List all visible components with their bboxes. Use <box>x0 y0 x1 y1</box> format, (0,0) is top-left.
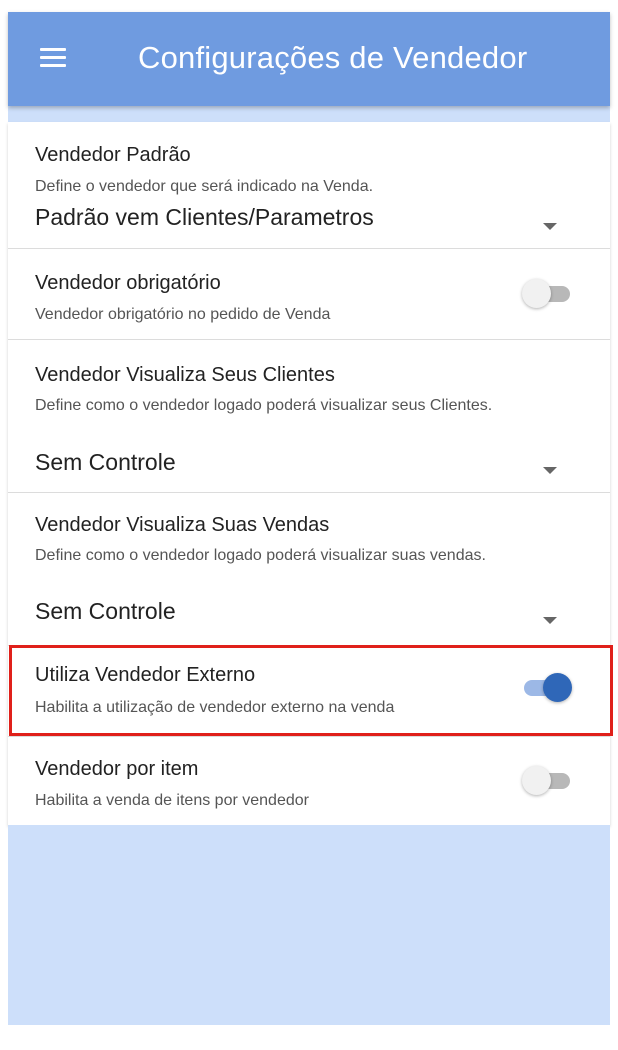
setting-vendedor-padrao[interactable]: Vendedor Padrão Define o vendedor que se… <box>8 122 610 249</box>
setting-visualiza-vendas[interactable]: Vendedor Visualiza Suas Vendas Define co… <box>8 493 610 646</box>
setting-vendedor-externo[interactable]: Utiliza Vendedor Externo Habilita a util… <box>8 646 610 737</box>
setting-description: Vendedor obrigatório no pedido de Venda <box>35 306 331 323</box>
visualiza-vendas-select[interactable]: Sem Controle <box>35 598 176 625</box>
vendedor-padrao-select[interactable]: Padrão vem Clientes/Parametros <box>35 204 374 231</box>
setting-description: Habilita a utilização de vendedor extern… <box>35 699 395 716</box>
app-bar: Configurações de Vendedor <box>8 12 610 106</box>
dropdown-arrow-icon[interactable] <box>543 223 557 230</box>
vendedor-externo-toggle[interactable] <box>518 672 574 702</box>
setting-description: Habilita a venda de itens por vendedor <box>35 792 309 809</box>
setting-vendedor-obrigatorio[interactable]: Vendedor obrigatório Vendedor obrigatóri… <box>8 249 610 340</box>
setting-title: Utiliza Vendedor Externo <box>35 664 256 686</box>
page-title: Configurações de Vendedor <box>138 40 528 75</box>
dropdown-arrow-icon[interactable] <box>543 617 557 624</box>
setting-description: Define o vendedor que será indicado na V… <box>35 178 374 195</box>
setting-title: Vendedor por item <box>35 758 199 780</box>
setting-title: Vendedor obrigatório <box>35 272 221 294</box>
setting-description: Define como o vendedor logado poderá vis… <box>35 547 486 564</box>
setting-visualiza-clientes[interactable]: Vendedor Visualiza Seus Clientes Define … <box>8 340 610 493</box>
vendedor-obrigatorio-toggle[interactable] <box>518 278 574 308</box>
screen: Configurações de Vendedor Vendedor Padrã… <box>0 0 618 1050</box>
settings-list: Vendedor Padrão Define o vendedor que se… <box>8 122 610 825</box>
dropdown-arrow-icon[interactable] <box>543 467 557 474</box>
setting-vendedor-por-item[interactable]: Vendedor por item Habilita a venda de it… <box>8 737 610 825</box>
background-strip <box>8 106 610 122</box>
visualiza-clientes-select[interactable]: Sem Controle <box>35 449 176 476</box>
vendedor-por-item-toggle[interactable] <box>518 765 574 795</box>
background-fill <box>8 825 610 1025</box>
menu-icon[interactable] <box>40 48 66 68</box>
setting-description: Define como o vendedor logado poderá vis… <box>35 397 493 414</box>
setting-title: Vendedor Visualiza Seus Clientes <box>35 364 335 386</box>
setting-title: Vendedor Padrão <box>35 144 191 166</box>
setting-title: Vendedor Visualiza Suas Vendas <box>35 514 330 536</box>
